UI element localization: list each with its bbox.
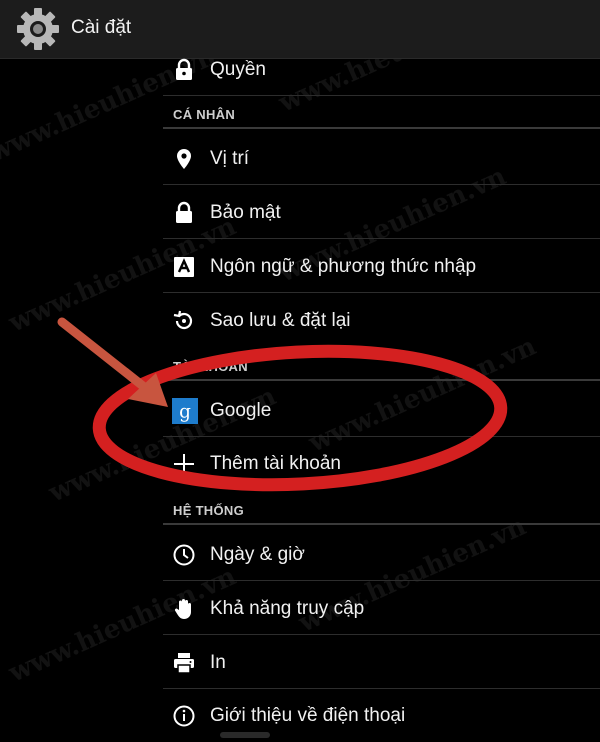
- section-header-system: HỆ THỐNG: [173, 503, 245, 518]
- settings-item-google[interactable]: g Google: [163, 385, 600, 437]
- settings-item-label: Google: [210, 400, 272, 421]
- google-icon: g: [172, 398, 198, 424]
- backup-restore-icon: [173, 310, 193, 330]
- settings-item-language-input[interactable]: Ngôn ngữ & phương thức nhập: [163, 241, 600, 293]
- settings-item-label: Bảo mật: [210, 202, 281, 223]
- pointer-arrow: [57, 317, 153, 395]
- language-keyboard-icon: [174, 257, 194, 277]
- section-header-personal: CÁ NHÂN: [173, 107, 236, 122]
- settings-item-label: In: [210, 652, 226, 673]
- hand-icon: [174, 599, 191, 619]
- section-header-accounts: TÀI KHOẢN: [173, 359, 248, 374]
- settings-item-label: Thêm tài khoản: [210, 453, 341, 474]
- settings-item-security[interactable]: Bảo mật: [163, 187, 600, 239]
- settings-item-label: Khả năng truy cập: [210, 598, 365, 619]
- settings-item-label: Quyền: [210, 59, 266, 80]
- lock-icon: [176, 201, 192, 223]
- page-title: Cài đặt: [71, 17, 132, 38]
- printer-icon: [174, 653, 194, 674]
- location-pin-icon: [177, 149, 191, 169]
- settings-item-label: Sao lưu & đặt lại: [210, 310, 351, 331]
- settings-item-label: Ngày & giờ: [210, 544, 305, 565]
- svg-text:g: g: [179, 402, 191, 423]
- settings-item-location[interactable]: Vị trí: [163, 133, 600, 185]
- pointer-arrow-head: [128, 373, 168, 407]
- settings-item-add-account[interactable]: Thêm tài khoản: [163, 438, 600, 490]
- settings-item-label: Giới thiệu về điện thoại: [210, 705, 406, 726]
- settings-item-permissions[interactable]: Quyền: [163, 44, 600, 96]
- settings-item-label: Vị trí: [210, 148, 250, 169]
- add-icon: [174, 454, 194, 474]
- info-icon: [173, 705, 195, 727]
- settings-item-accessibility[interactable]: Khả năng truy cập: [163, 583, 600, 635]
- gear-icon[interactable]: [15, 6, 61, 52]
- settings-item-backup-reset[interactable]: Sao lưu & đặt lại: [163, 295, 600, 347]
- settings-item-label: Ngôn ngữ & phương thức nhập: [210, 256, 477, 277]
- settings-item-printing[interactable]: In: [163, 637, 600, 689]
- scroll-indicator: [220, 732, 270, 738]
- settings-item-date-time[interactable]: Ngày & giờ: [163, 529, 600, 581]
- clock-icon: [173, 544, 195, 566]
- lock-icon: [176, 58, 192, 80]
